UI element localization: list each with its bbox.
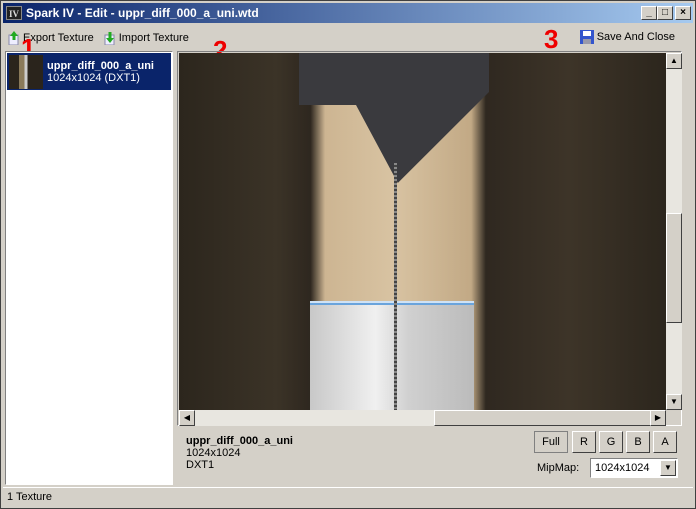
save-and-close-button[interactable]: Save And Close	[579, 30, 675, 44]
window-title: Spark IV - Edit - uppr_diff_000_a_uni.wt…	[26, 6, 259, 20]
app-icon: IV	[6, 6, 22, 20]
info-size: 1024x1024	[186, 447, 241, 459]
blue-channel-button[interactable]: B	[626, 431, 650, 453]
toolbar: Export Texture Import Texture Save And C…	[3, 27, 693, 49]
status-text: 1 Texture	[7, 491, 53, 503]
texture-preview-image	[179, 53, 666, 410]
import-icon	[104, 31, 116, 46]
scroll-up-button[interactable]: ▲	[666, 53, 682, 69]
horizontal-scroll-thumb[interactable]	[434, 410, 651, 426]
horizontal-scrollbar[interactable]: ◀ ▶	[179, 410, 666, 426]
import-label: Import Texture	[118, 32, 189, 44]
info-name: uppr_diff_000_a_uni	[186, 435, 293, 447]
mipmap-value: 1024x1024	[595, 462, 650, 474]
info-format: DXT1	[186, 459, 215, 471]
status-bar: 1 Texture	[3, 487, 693, 507]
scroll-left-button[interactable]: ◀	[179, 410, 195, 426]
export-texture-button[interactable]: Export Texture	[3, 31, 99, 46]
mipmap-select[interactable]: 1024x1024 ▼	[590, 458, 678, 478]
texture-viewer: ▲ ▼ ◀ ▶	[177, 51, 682, 426]
texture-info: uppr_diff_000_a_uni 1024x1024 DXT1	[186, 435, 293, 471]
title-bar: IV Spark IV - Edit - uppr_diff_000_a_uni…	[3, 3, 693, 23]
scroll-right-button[interactable]: ▶	[650, 410, 666, 426]
texture-list-item[interactable]: uppr_diff_000_a_uni 1024x1024 (DXT1)	[7, 53, 171, 90]
minimize-button[interactable]: _	[641, 6, 657, 20]
texture-list: uppr_diff_000_a_uni 1024x1024 (DXT1)	[5, 51, 173, 485]
vertical-scroll-thumb[interactable]	[666, 213, 682, 323]
mipmap-label: MipMap:	[537, 462, 580, 474]
vertical-scrollbar[interactable]: ▲ ▼	[666, 53, 682, 410]
chevron-down-icon[interactable]: ▼	[660, 460, 676, 476]
close-button[interactable]: ×	[675, 6, 691, 20]
texture-item-detail: 1024x1024 (DXT1)	[47, 71, 140, 84]
save-label: Save And Close	[596, 31, 675, 43]
scroll-down-button[interactable]: ▼	[666, 394, 682, 410]
alpha-channel-button[interactable]: A	[653, 431, 677, 453]
full-button[interactable]: Full	[534, 431, 568, 453]
floppy-disk-icon	[579, 30, 594, 44]
texture-thumbnail	[9, 54, 43, 89]
green-channel-button[interactable]: G	[599, 431, 623, 453]
export-icon	[8, 31, 20, 46]
main-window: IV Spark IV - Edit - uppr_diff_000_a_uni…	[0, 0, 696, 509]
import-texture-button[interactable]: Import Texture	[99, 31, 194, 46]
texture-item-name: uppr_diff_000_a_uni	[47, 59, 154, 72]
red-channel-button[interactable]: R	[572, 431, 596, 453]
maximize-button[interactable]: □	[657, 6, 673, 20]
